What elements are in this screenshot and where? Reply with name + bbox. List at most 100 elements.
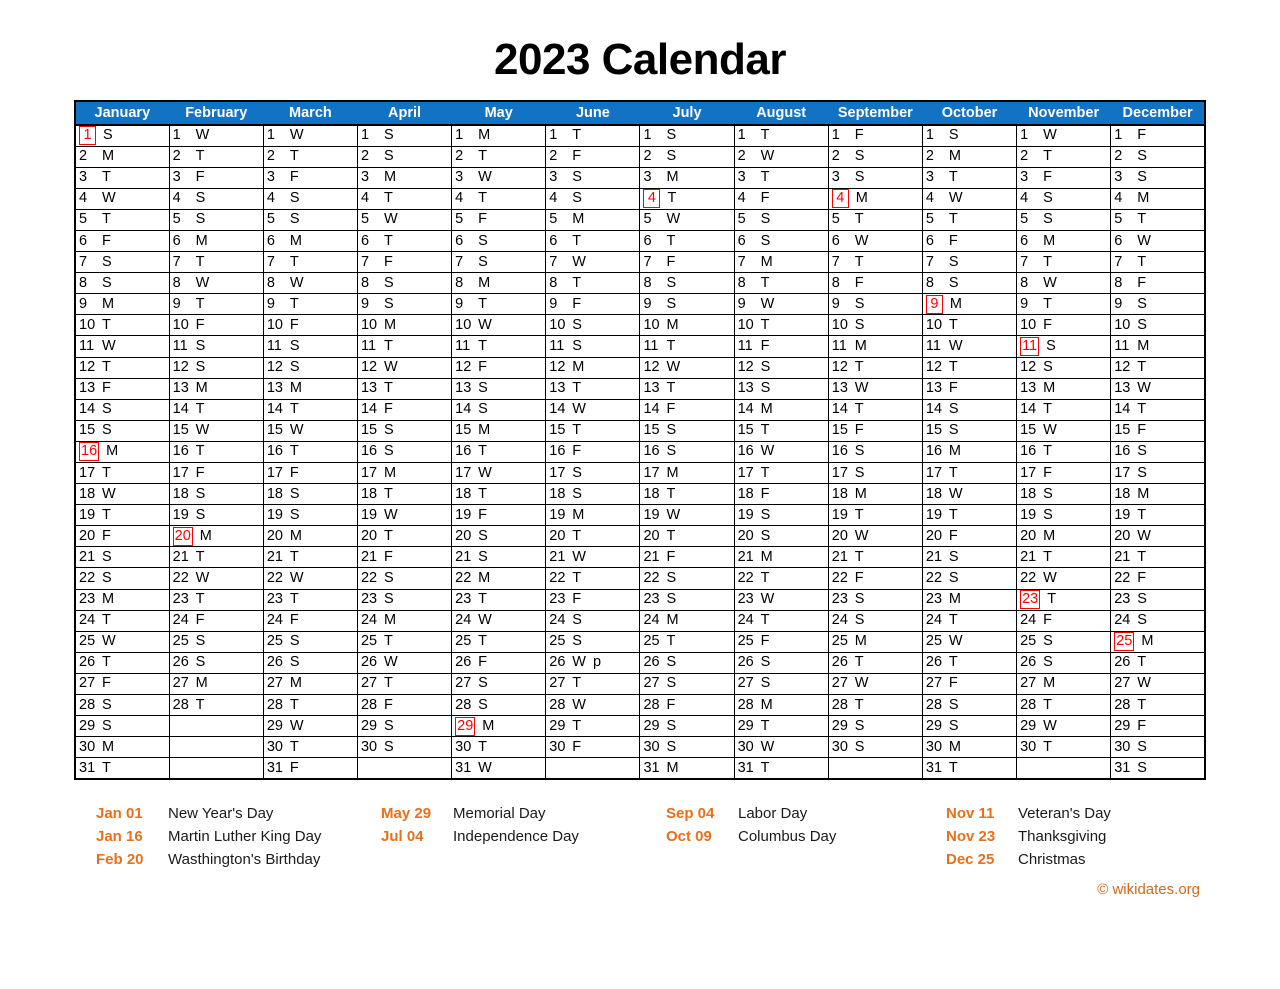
day-cell[interactable]: 19 S: [733, 504, 829, 527]
day-cell[interactable]: 29 S: [827, 715, 923, 738]
day-cell[interactable]: 14 M: [733, 398, 829, 421]
day-cell[interactable]: 14 F: [639, 398, 735, 421]
day-cell[interactable]: 29 W: [262, 715, 358, 738]
day-cell[interactable]: 24 T: [74, 609, 170, 632]
day-cell[interactable]: 4S: [168, 187, 264, 210]
day-cell[interactable]: 22 T: [545, 567, 641, 590]
day-cell[interactable]: 22 S: [921, 567, 1018, 590]
day-cell[interactable]: 4W: [921, 187, 1018, 210]
day-cell[interactable]: 31 F: [262, 757, 358, 780]
day-cell[interactable]: 29 T: [545, 715, 641, 738]
day-cell[interactable]: 21 S: [74, 546, 170, 569]
day-cell[interactable]: 13 W: [1110, 377, 1206, 400]
day-cell[interactable]: 28 M: [733, 694, 829, 717]
day-cell[interactable]: 13 F: [74, 377, 170, 400]
day-cell[interactable]: 16 T: [1016, 440, 1112, 464]
day-cell[interactable]: 25 T: [356, 630, 453, 653]
day-cell[interactable]: 12 T: [921, 356, 1018, 379]
day-cell[interactable]: 9T: [262, 293, 358, 316]
day-cell[interactable]: 29 M: [451, 715, 547, 738]
day-cell[interactable]: 24 M: [639, 609, 735, 632]
day-cell[interactable]: 9T: [451, 293, 547, 316]
day-cell[interactable]: 8W: [168, 272, 264, 295]
day-cell[interactable]: 23 M: [74, 588, 170, 611]
day-cell[interactable]: 24 S: [1110, 609, 1206, 632]
day-cell[interactable]: 11 T: [356, 335, 453, 358]
day-cell[interactable]: 12 W: [356, 356, 453, 379]
day-cell[interactable]: 5T: [1110, 208, 1206, 231]
day-cell[interactable]: 4T: [639, 187, 735, 210]
day-cell[interactable]: 11 W: [921, 335, 1018, 358]
day-cell[interactable]: 3S: [545, 166, 641, 189]
day-cell[interactable]: 7F: [356, 251, 453, 274]
day-cell[interactable]: 21 S: [921, 546, 1018, 569]
day-cell[interactable]: 27 W: [827, 672, 923, 696]
day-cell[interactable]: 18 M: [1110, 483, 1206, 506]
day-cell[interactable]: 25 W: [921, 630, 1018, 653]
day-cell[interactable]: 8S: [921, 272, 1018, 295]
day-cell[interactable]: 26 S: [639, 651, 735, 674]
day-cell[interactable]: 9S: [639, 293, 735, 316]
day-cell[interactable]: 14 W: [545, 398, 641, 421]
day-cell[interactable]: 18 S: [1016, 483, 1112, 506]
day-cell[interactable]: 5S: [1016, 208, 1112, 231]
day-cell[interactable]: 25 W: [74, 630, 170, 653]
day-cell[interactable]: 13 T: [545, 377, 641, 400]
day-cell[interactable]: 29 T: [733, 715, 829, 738]
day-cell[interactable]: 28 T: [1016, 694, 1112, 717]
day-cell[interactable]: 23 T: [451, 588, 547, 611]
day-cell[interactable]: 3F: [168, 166, 264, 189]
day-cell[interactable]: 27 S: [733, 672, 829, 696]
day-cell[interactable]: 5S: [733, 208, 829, 231]
day-cell[interactable]: 26 Wp: [545, 651, 641, 674]
day-cell[interactable]: 15 S: [639, 419, 735, 442]
day-cell[interactable]: 3W: [451, 166, 547, 189]
day-cell[interactable]: 28 T: [1110, 694, 1206, 717]
day-cell[interactable]: 18 S: [168, 483, 264, 506]
day-cell[interactable]: 19 W: [356, 504, 453, 527]
day-cell[interactable]: 28 F: [356, 694, 453, 717]
day-cell[interactable]: 13 S: [451, 377, 547, 400]
day-cell[interactable]: 9S: [827, 293, 923, 316]
day-cell[interactable]: 23 S: [1110, 588, 1206, 611]
day-cell[interactable]: 23 M: [921, 588, 1018, 611]
day-cell[interactable]: 4S: [262, 187, 358, 210]
day-cell[interactable]: 5W: [639, 208, 735, 231]
day-cell[interactable]: 24 T: [921, 609, 1018, 632]
day-cell[interactable]: 15 S: [921, 419, 1018, 442]
day-cell[interactable]: 25 T: [451, 630, 547, 653]
day-cell[interactable]: 16 T: [262, 440, 358, 464]
day-cell[interactable]: 27 T: [545, 672, 641, 696]
day-cell[interactable]: 13 T: [639, 377, 735, 400]
day-cell[interactable]: 28 S: [921, 694, 1018, 717]
day-cell[interactable]: 19 S: [1016, 504, 1112, 527]
day-cell[interactable]: 31 T: [74, 757, 170, 780]
day-cell[interactable]: 10 S: [1110, 314, 1206, 337]
day-cell[interactable]: 5T: [74, 208, 170, 231]
day-cell[interactable]: 6M: [168, 229, 264, 253]
day-cell[interactable]: 24 M: [356, 609, 453, 632]
day-cell[interactable]: 6S: [451, 229, 547, 253]
day-cell[interactable]: 30 S: [356, 736, 453, 759]
day-cell[interactable]: 5S: [168, 208, 264, 231]
day-cell[interactable]: 25 S: [545, 630, 641, 653]
day-cell[interactable]: 27 M: [168, 672, 264, 696]
day-cell[interactable]: 9W: [733, 293, 829, 316]
day-cell[interactable]: 31 M: [639, 757, 735, 780]
day-cell[interactable]: 25 M: [827, 630, 923, 653]
day-cell[interactable]: 5M: [545, 208, 641, 231]
day-cell[interactable]: 30 M: [921, 736, 1018, 759]
day-cell[interactable]: 26 T: [921, 651, 1018, 674]
day-cell[interactable]: 1S: [921, 124, 1018, 147]
day-cell[interactable]: 21 T: [827, 546, 923, 569]
day-cell[interactable]: 19 S: [262, 504, 358, 527]
day-cell[interactable]: 1T: [733, 124, 829, 147]
day-cell[interactable]: 25 S: [168, 630, 264, 653]
day-cell[interactable]: 2M: [921, 145, 1018, 168]
day-cell[interactable]: 18 T: [356, 483, 453, 506]
day-cell[interactable]: 20 W: [1110, 525, 1206, 548]
day-cell[interactable]: 4F: [733, 187, 829, 210]
day-cell[interactable]: 29 S: [639, 715, 735, 738]
day-cell[interactable]: 6S: [733, 229, 829, 253]
day-cell[interactable]: 21 F: [356, 546, 453, 569]
